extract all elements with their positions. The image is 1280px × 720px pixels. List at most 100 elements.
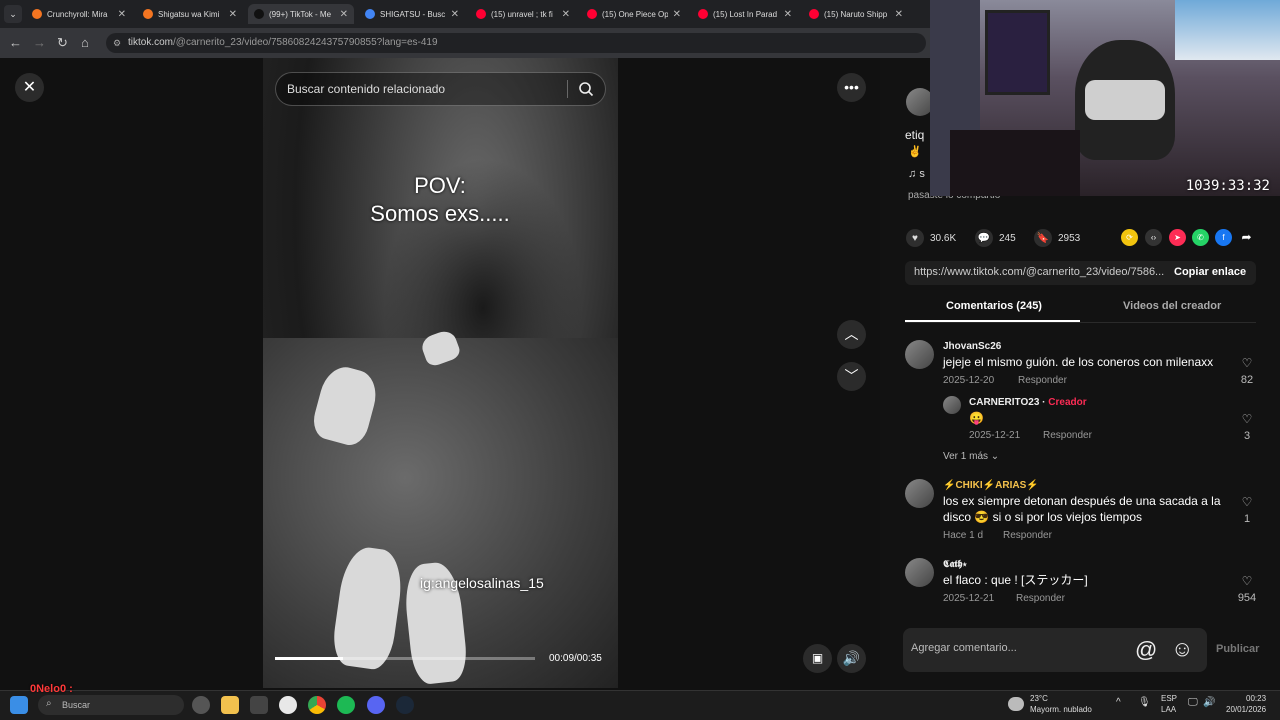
- browser-tab[interactable]: SHIGATSU - Busc ✕: [359, 4, 465, 24]
- browser-tab[interactable]: (15) One Piece Op ✕: [581, 4, 687, 24]
- browser-tab[interactable]: (15) Naruto Shipp ✕: [803, 4, 909, 24]
- comment-heart-icon[interactable]: ♡: [1237, 495, 1257, 509]
- video-progress-fill: [275, 657, 343, 660]
- chrome-icon[interactable]: [308, 696, 326, 714]
- tab-comments[interactable]: Comentarios (245): [946, 300, 1042, 312]
- overwatch-icon[interactable]: [279, 696, 297, 714]
- comment-avatar[interactable]: [905, 479, 934, 508]
- view-more-replies[interactable]: Ver 1 más ⌄: [943, 451, 999, 462]
- comment-heart-icon[interactable]: ♡: [1237, 574, 1257, 588]
- steam-icon[interactable]: [396, 696, 414, 714]
- comment-avatar[interactable]: [905, 558, 934, 587]
- app-icon[interactable]: [250, 696, 268, 714]
- network-icon[interactable]: 🖵: [1188, 697, 1198, 708]
- mention-icon[interactable]: @: [1135, 637, 1157, 663]
- site-info-icon[interactable]: ⚙: [113, 33, 121, 53]
- browser-tab[interactable]: Shigatsu wa Kimi ✕: [137, 4, 243, 24]
- send-icon[interactable]: ➤: [1169, 229, 1186, 246]
- stream-timer: 1039:33:32: [1185, 178, 1270, 194]
- back-icon[interactable]: ←: [9, 35, 22, 50]
- discord-icon[interactable]: [367, 696, 385, 714]
- taskbar-search-text: Buscar: [62, 700, 91, 710]
- bookmark-icon: 🔖: [1034, 229, 1052, 247]
- reply-link[interactable]: Responder: [1018, 375, 1067, 386]
- tab-favicon-icon: [476, 9, 486, 19]
- reply-heart-icon[interactable]: ♡: [1237, 412, 1257, 426]
- author-name[interactable]: etiq: [905, 128, 924, 142]
- speaker-icon[interactable]: 🔊: [1203, 697, 1215, 708]
- tab-close-icon[interactable]: ✕: [673, 9, 681, 20]
- tab-creator-videos[interactable]: Videos del creador: [1123, 300, 1221, 312]
- comment-like-count: 82: [1240, 374, 1254, 386]
- close-button[interactable]: ✕: [15, 73, 44, 102]
- comment-box[interactable]: Agregar comentario... @ ☺: [903, 628, 1207, 672]
- comment-username[interactable]: ⚡CHIKI⚡ARIAS⚡: [943, 480, 1039, 491]
- home-icon[interactable]: ⌂: [81, 35, 89, 50]
- file-explorer-icon[interactable]: [221, 696, 239, 714]
- tray-chevron-icon[interactable]: ^: [1116, 697, 1121, 708]
- browser-tab[interactable]: (15) Lost In Parad ✕: [692, 4, 798, 24]
- microphone-icon[interactable]: 🎙: [1138, 697, 1151, 708]
- video-time: 00:09/00:35: [549, 653, 602, 664]
- comment-heart-icon[interactable]: ♡: [1237, 356, 1257, 370]
- comment-text: jejeje el mismo guión. de los coneros co…: [943, 355, 1214, 369]
- start-icon[interactable]: [10, 696, 28, 714]
- related-search-box[interactable]: Buscar contenido relacionado: [275, 72, 606, 106]
- weather-icon[interactable]: [1008, 697, 1024, 711]
- video-progress-bar[interactable]: [275, 657, 535, 660]
- reply-avatar[interactable]: [943, 396, 961, 414]
- search-icon[interactable]: [578, 81, 594, 97]
- url-path: /@carnerito_23/video/7586082424375790855…: [173, 37, 438, 48]
- repost-icon[interactable]: ⟳: [1121, 229, 1138, 246]
- reply-username[interactable]: CARNERITO23 · Creador: [969, 397, 1087, 408]
- video-player[interactable]: [263, 58, 618, 688]
- facebook-icon[interactable]: f: [1215, 229, 1232, 246]
- browser-tab[interactable]: (15) unravel ; tk fi ✕: [470, 4, 576, 24]
- comment-avatar[interactable]: [905, 340, 934, 369]
- tab-close-icon[interactable]: ✕: [784, 9, 792, 20]
- webcam-poster: [1175, 0, 1280, 60]
- reply-link[interactable]: Responder: [1016, 593, 1065, 604]
- browser-tab[interactable]: Crunchyroll: Mira ✕: [26, 4, 132, 24]
- related-search-input[interactable]: Buscar contenido relacionado: [287, 73, 557, 105]
- tab-close-icon[interactable]: ✕: [562, 9, 570, 20]
- task-view-icon[interactable]: [192, 696, 210, 714]
- more-options-button[interactable]: •••: [837, 73, 866, 102]
- reload-icon[interactable]: ↻: [57, 35, 68, 51]
- comment-username[interactable]: JhovanSc26: [943, 341, 1001, 352]
- tab-search-button[interactable]: ⌄: [4, 5, 22, 23]
- tab-close-icon[interactable]: ✕: [451, 9, 459, 20]
- spotify-icon[interactable]: [337, 696, 355, 714]
- pip-icon[interactable]: ▣: [803, 644, 832, 673]
- reply-link[interactable]: Responder: [1003, 530, 1052, 541]
- url-field[interactable]: ⚙ tiktok.com/@carnerito_23/video/7586082…: [106, 33, 926, 53]
- whatsapp-icon[interactable]: ✆: [1192, 229, 1209, 246]
- clock-time[interactable]: 00:23: [1246, 694, 1266, 703]
- embed-icon[interactable]: ‹›: [1145, 229, 1162, 246]
- reply-link[interactable]: Responder: [1043, 430, 1092, 441]
- comment-input[interactable]: Agregar comentario...: [911, 642, 1017, 654]
- tab-close-icon[interactable]: ✕: [229, 9, 237, 20]
- language-region: LAA: [1161, 705, 1177, 714]
- tab-close-icon[interactable]: ✕: [118, 9, 126, 20]
- emoji-icon[interactable]: ☺: [1171, 636, 1193, 662]
- taskbar-search[interactable]: ⌕ Buscar: [38, 695, 184, 715]
- share-icon[interactable]: ➦: [1238, 229, 1255, 246]
- forward-icon[interactable]: →: [33, 35, 46, 50]
- volume-icon[interactable]: 🔊: [837, 644, 866, 673]
- next-video-button[interactable]: ﹀: [837, 362, 866, 391]
- comment-username[interactable]: 𝕮𝖆𝖙𝖍⋆: [943, 559, 967, 570]
- webcam-desk: [950, 130, 1080, 196]
- browser-tab[interactable]: (99+) TikTok - Me ✕: [248, 4, 354, 24]
- comment-like-count: 1: [1243, 513, 1251, 525]
- language-code[interactable]: ESP: [1161, 694, 1177, 703]
- tab-close-icon[interactable]: ✕: [895, 9, 903, 20]
- music-icon[interactable]: ♫ s: [908, 168, 925, 180]
- publish-button[interactable]: Publicar: [1216, 643, 1259, 655]
- save-stat[interactable]: 🔖 2953: [1034, 229, 1080, 247]
- previous-video-button[interactable]: ︿: [837, 320, 866, 349]
- tab-close-icon[interactable]: ✕: [340, 9, 348, 20]
- like-stat[interactable]: ♥ 30.6K: [906, 229, 956, 247]
- comment-stat[interactable]: 💬 245: [975, 229, 1016, 247]
- copy-link-button[interactable]: Copiar enlace: [1174, 266, 1246, 278]
